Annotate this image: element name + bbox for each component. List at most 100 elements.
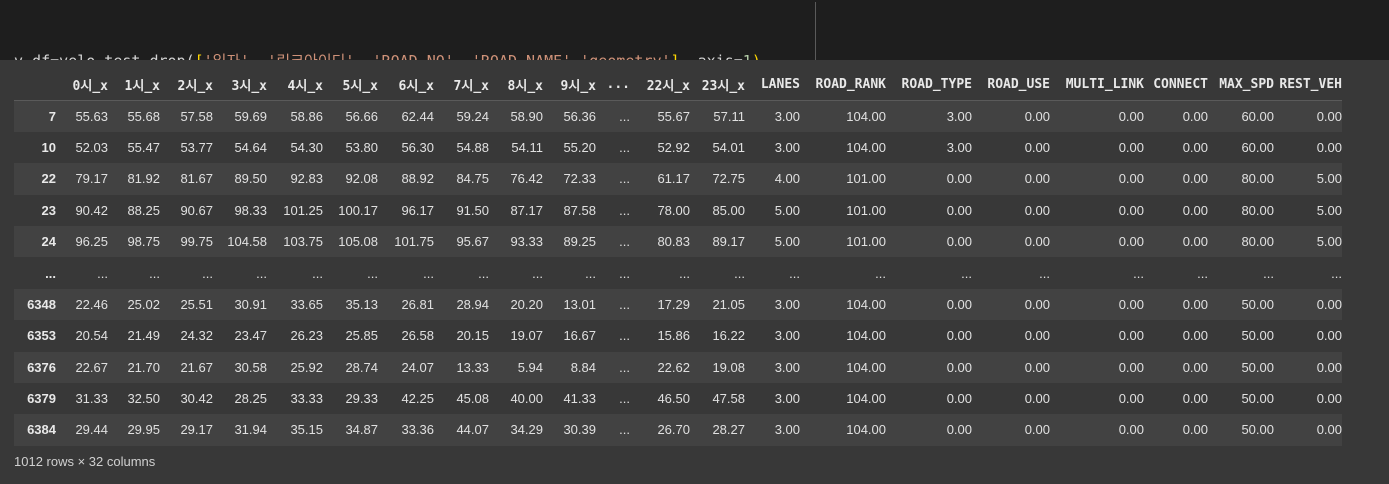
table-row: 24 96.25 98.75 99.75 104.58 103.75 105.08 101.7… xyxy=(14,225,1342,258)
table-cell: ... xyxy=(619,328,630,344)
table-cell: 40.00 xyxy=(510,391,543,407)
row-index: 23 xyxy=(41,202,56,218)
table-cell: ... xyxy=(619,391,630,407)
table-cell: 88.25 xyxy=(127,202,160,218)
code-cell[interactable]: v_df=velo_test.drop(['일자', '링크아이디', 'ROA… xyxy=(0,0,1389,139)
table-cell: 93.33 xyxy=(510,234,543,250)
table-cell: 4.00 xyxy=(774,171,800,187)
table-cell: 54.11 xyxy=(511,139,543,155)
table-cell: 5.00 xyxy=(1316,234,1342,250)
table-cell: 0.00 xyxy=(946,422,972,438)
row-index: 6384 xyxy=(27,422,56,438)
table-cell: 60.00 xyxy=(1241,108,1274,124)
table-cell: ... xyxy=(619,202,630,218)
column-header: 0시_x xyxy=(56,69,108,101)
table-cell: 34.87 xyxy=(345,422,378,438)
table-cell: 0.00 xyxy=(1118,171,1144,187)
table-cell: ... xyxy=(1133,265,1144,281)
table-cell: ... xyxy=(619,234,630,250)
table-cell: 0.00 xyxy=(1118,234,1144,250)
table-cell: ... xyxy=(1331,265,1342,281)
column-header: REST_VEH xyxy=(1274,69,1342,101)
table-cell: 24.32 xyxy=(180,328,213,344)
table-cell: ... xyxy=(1197,265,1208,281)
table-cell: 29.33 xyxy=(345,391,378,407)
table-cell: 89.17 xyxy=(712,234,745,250)
table-cell: 57.58 xyxy=(180,108,213,124)
table-cell: 59.69 xyxy=(234,108,267,124)
editor-ruler xyxy=(815,2,816,60)
table-cell: 103.75 xyxy=(283,234,323,250)
table-cell: 22.62 xyxy=(657,359,690,375)
table-cell: 5.00 xyxy=(774,202,800,218)
table-cell: 19.08 xyxy=(712,359,745,375)
table-cell: ... xyxy=(585,265,596,281)
table-cell: 92.08 xyxy=(345,171,378,187)
table-row: 23 90.42 88.25 90.67 98.33 101.25 100.17 96.17 9… xyxy=(14,194,1342,226)
table-cell: 0.00 xyxy=(1182,108,1208,124)
table-cell: 79.17 xyxy=(75,171,108,187)
column-header: ROAD_USE xyxy=(972,69,1050,101)
table-cell: 20.15 xyxy=(456,328,489,344)
table-cell: 101.75 xyxy=(394,234,434,250)
table-cell: 0.00 xyxy=(1024,202,1050,218)
table-cell: 55.63 xyxy=(75,108,108,124)
column-header: 23시_x xyxy=(690,69,745,101)
table-cell: ... xyxy=(619,139,630,155)
table-cell: 0.00 xyxy=(1182,234,1208,250)
table-cell: ... xyxy=(875,265,886,281)
table-cell: 15.86 xyxy=(657,328,690,344)
table-cell: 25.92 xyxy=(290,359,323,375)
row-index: ... xyxy=(45,265,56,281)
table-cell: 17.29 xyxy=(657,296,690,312)
index-header xyxy=(14,69,56,101)
table-cell: 54.88 xyxy=(456,139,489,155)
table-cell: ... xyxy=(1263,265,1274,281)
table-row: 6348 22.46 25.02 25.51 30.91 33.65 35.13 26.81 2… xyxy=(14,288,1342,321)
table-cell: 96.17 xyxy=(401,202,434,218)
table-cell: 3.00 xyxy=(774,108,800,124)
table-cell: 31.33 xyxy=(75,391,108,407)
table-cell: 96.25 xyxy=(75,234,108,250)
table-cell: 29.95 xyxy=(127,422,160,438)
table-row: 6379 31.33 32.50 30.42 28.25 33.33 29.33 42.25 4… xyxy=(14,382,1342,415)
table-cell: 0.00 xyxy=(946,359,972,375)
table-cell: 26.58 xyxy=(401,328,434,344)
table-cell: ... xyxy=(202,265,213,281)
table-cell: 104.00 xyxy=(846,108,886,124)
table-cell: 61.17 xyxy=(657,171,690,187)
table-cell: 56.30 xyxy=(401,139,434,155)
table-cell: 26.81 xyxy=(401,296,434,312)
table-cell: ... xyxy=(961,265,972,281)
table-cell: 52.03 xyxy=(75,139,108,155)
table-cell: 0.00 xyxy=(1316,328,1342,344)
table-cell: 92.83 xyxy=(290,171,323,187)
table-row: 7 55.63 55.68 57.58 59.69 58.86 56.66 62.44 59.2… xyxy=(14,100,1342,132)
table-cell: 33.65 xyxy=(290,296,323,312)
table-cell: 60.00 xyxy=(1241,139,1274,155)
column-header: 4시_x xyxy=(267,69,323,101)
table-cell: ... xyxy=(789,265,800,281)
table-cell: 95.67 xyxy=(456,234,489,250)
table-cell: 0.00 xyxy=(1024,171,1050,187)
table-cell: 101.25 xyxy=(283,202,323,218)
table-cell: 0.00 xyxy=(1182,328,1208,344)
table-cell: 0.00 xyxy=(1118,108,1144,124)
table-cell: 20.20 xyxy=(510,296,543,312)
table-cell: 3.00 xyxy=(774,391,800,407)
table-cell: ... xyxy=(619,265,630,281)
table-cell: 55.47 xyxy=(127,139,160,155)
table-cell: 104.00 xyxy=(846,139,886,155)
table-cell: 0.00 xyxy=(1024,139,1050,155)
table-cell: 23.47 xyxy=(234,328,267,344)
table-cell: 44.07 xyxy=(456,422,489,438)
table-cell: 3.00 xyxy=(774,359,800,375)
table-cell: 101.00 xyxy=(846,171,886,187)
table-cell: 80.00 xyxy=(1241,171,1274,187)
table-row: 10 52.03 55.47 53.77 54.64 54.30 53.80 56.30 54.… xyxy=(14,131,1342,164)
table-cell: 0.00 xyxy=(946,391,972,407)
column-header: LANES xyxy=(745,69,800,101)
table-cell: 76.42 xyxy=(510,171,543,187)
dataframe-table: 0시_x 1시_x 2시_x 3시_x 4시_x 5시_x 6시_x 7시_x 8시_x 9시_x… xyxy=(14,69,1342,446)
table-cell: 19.07 xyxy=(510,328,543,344)
